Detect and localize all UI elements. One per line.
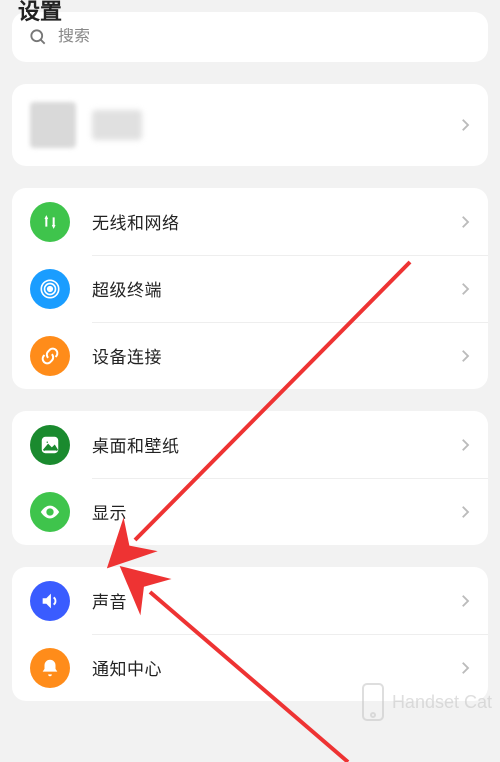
row-label: 桌面和壁纸 [92,432,456,457]
link-icon [30,336,70,376]
row-label: 超级终端 [92,276,456,301]
row-wireless[interactable]: 无线和网络 [12,188,488,255]
chevron-right-icon [456,213,474,231]
wallpaper-icon [30,425,70,465]
network-icon [30,202,70,242]
row-device-connect[interactable]: 设备连接 [12,322,488,389]
row-label: 声音 [92,588,456,613]
row-sound[interactable]: 声音 [12,567,488,634]
super-device-icon [30,269,70,309]
row-notifications[interactable]: 通知中心 [12,634,488,701]
group-display: 桌面和壁纸 显示 [12,411,488,545]
search-input[interactable] [58,28,472,46]
notification-icon [30,648,70,688]
display-icon [30,492,70,532]
row-label: 无线和网络 [92,209,456,234]
account-row[interactable] [12,84,488,166]
account-name [92,110,142,140]
chevron-right-icon [456,280,474,298]
group-sound: 声音 通知中心 [12,567,488,701]
page-title: 设置 [18,0,62,26]
row-display[interactable]: 显示 [12,478,488,545]
chevron-right-icon [456,659,474,677]
row-label: 设备连接 [92,343,456,368]
search-bar[interactable] [12,12,488,62]
chevron-right-icon [456,436,474,454]
row-label: 显示 [92,499,456,524]
search-icon [28,27,48,47]
row-wallpaper[interactable]: 桌面和壁纸 [12,411,488,478]
row-super-device[interactable]: 超级终端 [12,255,488,322]
avatar [30,102,76,148]
chevron-right-icon [456,592,474,610]
row-label: 通知中心 [92,655,456,680]
group-connectivity: 无线和网络 超级终端 设备连接 [12,188,488,389]
chevron-right-icon [456,116,474,134]
chevron-right-icon [456,347,474,365]
chevron-right-icon [456,503,474,521]
sound-icon [30,581,70,621]
account-card [12,84,488,166]
